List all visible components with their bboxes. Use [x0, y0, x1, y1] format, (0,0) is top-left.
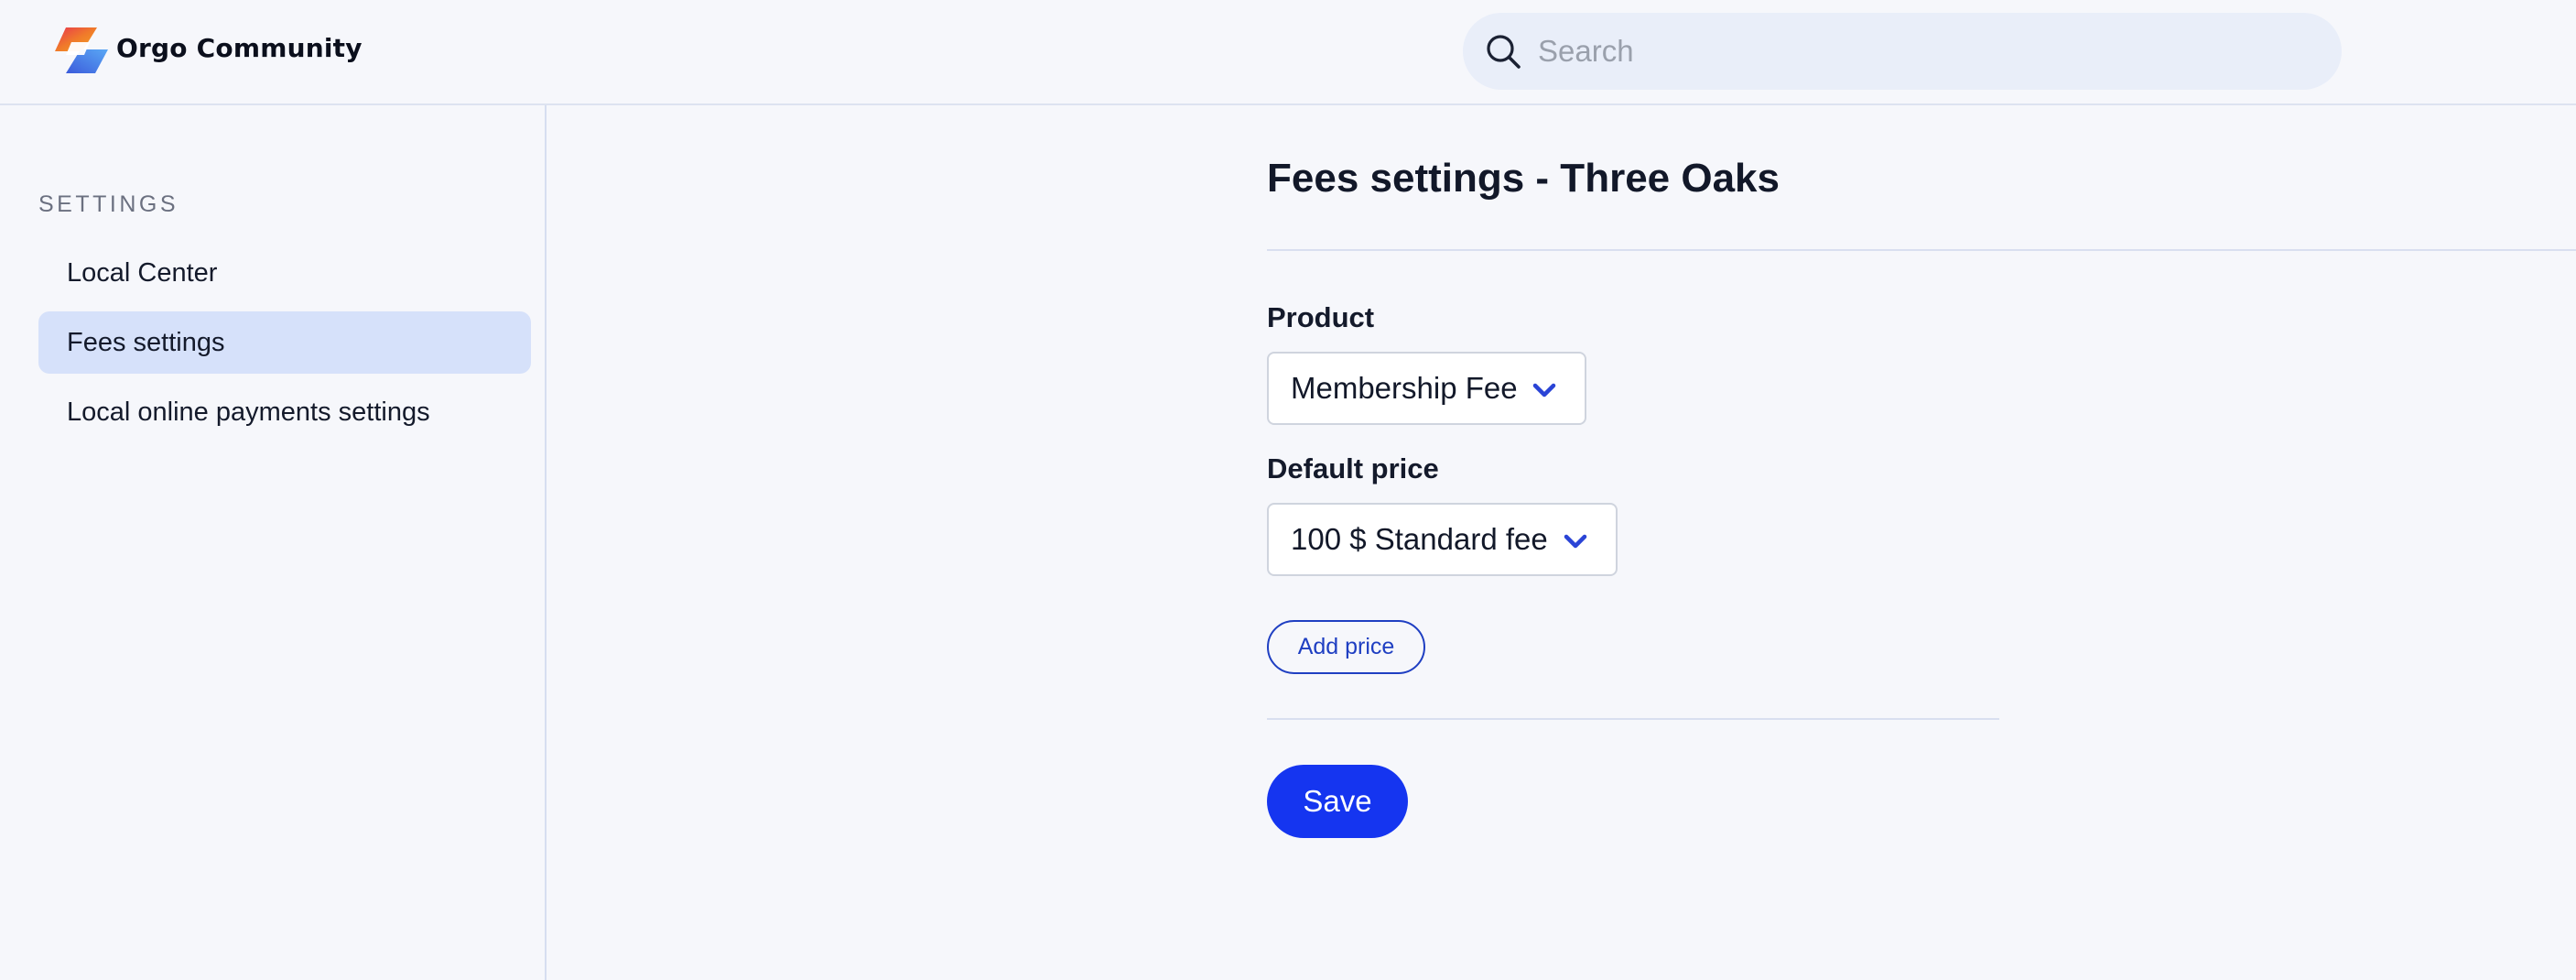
default-price-select-value: 100 $ Standard fee — [1291, 522, 1548, 556]
search-bar[interactable] — [1463, 13, 2342, 90]
add-price-button[interactable]: Add price — [1267, 620, 1425, 674]
page-title: Fees settings - Three Oaks — [1267, 156, 1780, 201]
orgo-logo-icon[interactable] — [53, 24, 110, 77]
default-price-label: Default price — [1267, 452, 1439, 485]
save-button[interactable]: Save — [1267, 765, 1408, 838]
sidebar-heading: SETTINGS — [38, 191, 179, 217]
product-select[interactable]: Membership Fee — [1267, 352, 1586, 425]
app-title: Orgo Community — [116, 33, 363, 63]
search-input[interactable] — [1536, 13, 2323, 90]
settings-sidebar: SETTINGS Local Center Fees settings Loca… — [0, 105, 547, 980]
sidebar-item-label: Local online payments settings — [67, 397, 430, 427]
product-select-value: Membership Fee — [1291, 371, 1518, 405]
sidebar-item-local-center[interactable]: Local Center — [38, 242, 531, 304]
divider — [1267, 249, 2576, 251]
sidebar-item-label: Local Center — [67, 257, 218, 288]
sidebar-item-fees-settings[interactable]: Fees settings — [38, 311, 531, 374]
chevron-down-icon — [1532, 383, 1556, 397]
sidebar-item-label: Fees settings — [67, 327, 225, 357]
sidebar-item-local-online-payments-settings[interactable]: Local online payments settings — [38, 381, 531, 443]
search-icon — [1487, 35, 1521, 69]
chevron-down-icon — [1564, 534, 1587, 549]
default-price-select[interactable]: 100 $ Standard fee — [1267, 503, 1618, 576]
product-label: Product — [1267, 301, 1375, 333]
top-header: Orgo Community — [0, 0, 2576, 105]
divider — [1267, 718, 1999, 720]
